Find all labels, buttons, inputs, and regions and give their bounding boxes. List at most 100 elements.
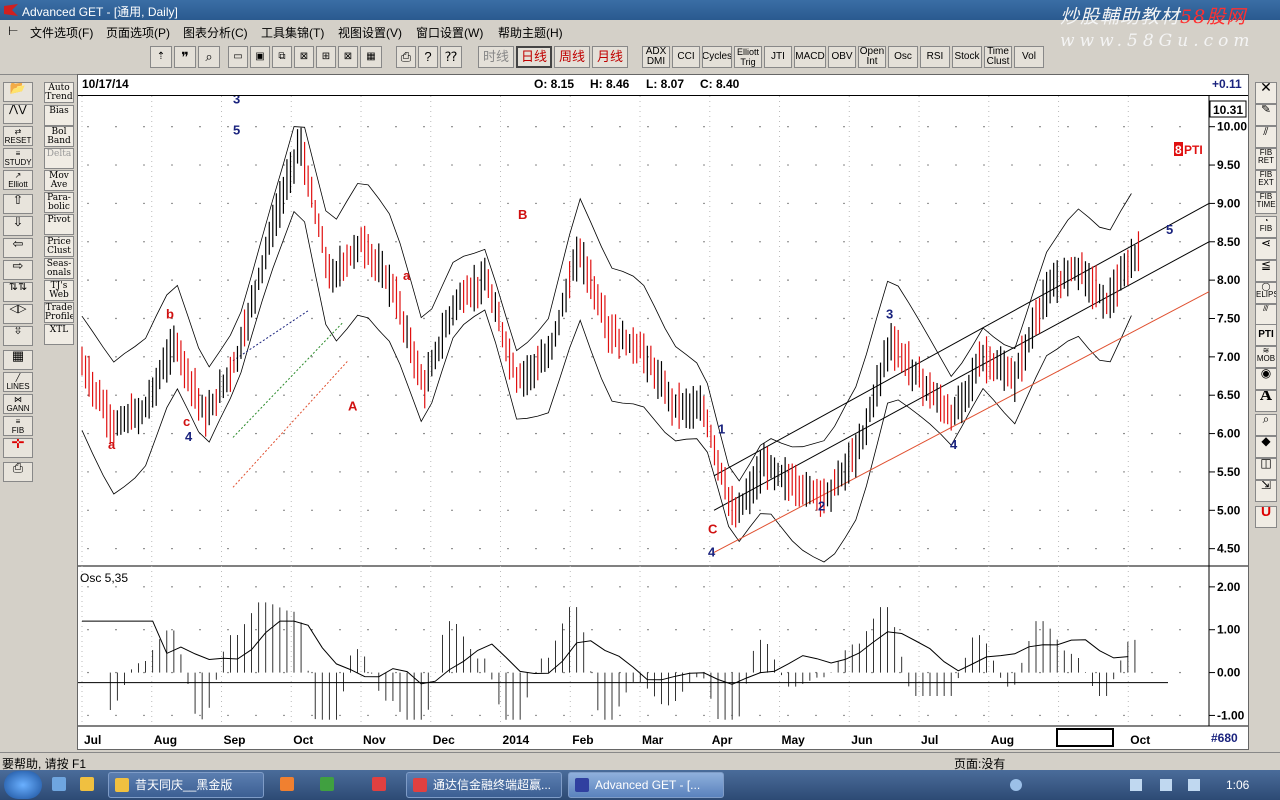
lines-button[interactable]: ╱ LINES xyxy=(3,372,33,392)
menu-doc-icon[interactable]: ⊢ xyxy=(8,24,18,38)
volume-icon[interactable] xyxy=(1160,779,1172,791)
app-icon-3[interactable] xyxy=(372,777,386,791)
layout3-icon[interactable]: ⊠ xyxy=(338,46,358,68)
timeframe-monthly[interactable]: 月线 xyxy=(592,46,628,68)
print-chart-icon[interactable]: ⎙ xyxy=(3,462,33,482)
study-seasonals[interactable]: Seas-onals xyxy=(44,258,74,279)
menu-view[interactable]: 视图设置(V) xyxy=(338,24,402,41)
scroll-left-icon[interactable]: ⇦ xyxy=(3,238,33,258)
study-trade-profile[interactable]: Trade Profile xyxy=(44,302,74,323)
study-time-clust[interactable]: Time Clust xyxy=(984,46,1012,68)
mob-button[interactable]: ≋ MOB xyxy=(1255,346,1277,368)
study-delta[interactable]: Delta xyxy=(44,148,74,169)
fib-button[interactable]: ≡ FIB xyxy=(3,416,33,436)
media-icon[interactable] xyxy=(280,777,294,791)
tray-icon[interactable] xyxy=(1010,779,1022,791)
menu-help[interactable]: 帮助主题(H) xyxy=(498,24,563,41)
scroll-right-icon[interactable]: ⇨ xyxy=(3,260,33,280)
task-item-1[interactable]: 昔天同庆__黑金版 xyxy=(108,772,264,798)
compress-icon[interactable]: ⇳ xyxy=(3,326,33,346)
elips-button[interactable]: ◯ ELIPS xyxy=(1255,282,1277,304)
layout1-icon[interactable]: ⊠ xyxy=(294,46,314,68)
study-stock[interactable]: Stock xyxy=(952,46,982,68)
close-chart-icon[interactable]: ✕ xyxy=(1255,82,1277,104)
study-bol-band[interactable]: Bol Band xyxy=(44,126,74,147)
study-parabolic[interactable]: Para-bolic xyxy=(44,192,74,213)
timeframe-hourly[interactable]: 时线 xyxy=(478,46,514,68)
move-icon[interactable]: ⇲ xyxy=(1255,480,1277,502)
save-icon[interactable]: ▣ xyxy=(250,46,270,68)
scroll-up-icon[interactable]: ⇧ xyxy=(3,194,33,214)
expand-icon[interactable]: ◁▷ xyxy=(3,304,33,324)
price-chart[interactable]: 35bc4aaBAC412345 10.009.509.008.508.007.… xyxy=(78,96,1248,749)
study-obv[interactable]: OBV xyxy=(828,46,856,68)
channel-icon[interactable]: ⫽ xyxy=(1255,126,1277,148)
task-item-3[interactable]: Advanced GET - [... xyxy=(568,772,724,798)
study-macd[interactable]: MACD xyxy=(794,46,826,68)
menu-page[interactable]: 页面选项(P) xyxy=(106,24,170,41)
study-bias[interactable]: Bias xyxy=(44,105,74,126)
layout2-icon[interactable]: ⊞ xyxy=(316,46,336,68)
scroll-down-icon[interactable]: ⇩ xyxy=(3,216,33,236)
study-open-int[interactable]: Open Int xyxy=(858,46,886,68)
quote-icon[interactable]: ❞ xyxy=(174,46,196,68)
elliott-button[interactable]: ↗ Elliott xyxy=(3,170,33,190)
fib-ext-button[interactable]: FIB EXT xyxy=(1255,170,1277,192)
crosshair-icon[interactable]: ✛ xyxy=(3,438,33,458)
ie-icon[interactable] xyxy=(52,777,66,791)
study-price-clust[interactable]: Price Clust xyxy=(44,236,74,257)
study-vol[interactable]: Vol xyxy=(1014,46,1044,68)
pointer-icon[interactable]: ⇡ xyxy=(150,46,172,68)
fan-icon[interactable]: ⋖ xyxy=(1255,238,1277,260)
menu-window[interactable]: 窗口设置(W) xyxy=(416,24,483,41)
task-item-2[interactable]: 通达信金融终端超赢... xyxy=(406,772,562,798)
split-icon[interactable]: ◫ xyxy=(1255,458,1277,480)
network-icon[interactable] xyxy=(1130,779,1142,791)
menu-file[interactable]: 文件选项(F) xyxy=(30,24,93,41)
explorer-icon[interactable] xyxy=(80,777,94,791)
study-osc[interactable]: Osc xyxy=(888,46,918,68)
timeframe-daily[interactable]: 日线 xyxy=(516,46,552,68)
timeframe-weekly[interactable]: 周线 xyxy=(554,46,590,68)
grid-icon[interactable]: ▦ xyxy=(3,350,33,370)
study-cycles[interactable]: Cycles xyxy=(702,46,732,68)
cycle-icon[interactable]: ◉ xyxy=(1255,368,1277,390)
reset-button[interactable]: ⇄ RESET xyxy=(3,126,33,146)
pen-icon[interactable]: ✎ xyxy=(1255,104,1277,126)
zoom-icon[interactable]: ⌕ xyxy=(198,46,220,68)
info-icon[interactable]: ? xyxy=(418,46,438,68)
gann-button[interactable]: ⋈ GANN xyxy=(3,394,33,414)
copy-icon[interactable]: ⧉ xyxy=(272,46,292,68)
study-auto-trend[interactable]: Auto Trend xyxy=(44,82,74,103)
layout4-icon[interactable]: ▦ xyxy=(360,46,382,68)
fib-ret-button[interactable]: FIB RET xyxy=(1255,148,1277,170)
fit-icon[interactable]: ⇅⇅ xyxy=(3,282,33,302)
eraser-icon[interactable]: ◆ xyxy=(1255,436,1277,458)
print-icon[interactable]: ⎙ xyxy=(396,46,416,68)
study-cci[interactable]: CCI xyxy=(672,46,700,68)
parallel-icon[interactable]: ⫻ xyxy=(1255,304,1277,326)
study-adx[interactable]: ADX DMI xyxy=(642,46,670,68)
study-jti[interactable]: JTI xyxy=(764,46,792,68)
open-folder-icon[interactable]: 📂 xyxy=(3,82,33,102)
app-icon-2[interactable] xyxy=(320,777,334,791)
elliott-wave-icon[interactable]: ⋀⋁ xyxy=(3,104,33,124)
study-pivot[interactable]: Pivot xyxy=(44,214,74,235)
study-xtl[interactable]: XTL xyxy=(44,324,74,345)
menu-chart[interactable]: 图表分析(C) xyxy=(183,24,248,41)
help-pointer-icon[interactable]: ⁇ xyxy=(440,46,462,68)
new-page-icon[interactable]: ▭ xyxy=(228,46,248,68)
study-elliott-trig[interactable]: Elliott Trig xyxy=(734,46,762,68)
text-annotation-icon[interactable]: A xyxy=(1255,390,1277,412)
fib-circle-button[interactable]: ◔ FIB xyxy=(1255,216,1277,238)
study-mov-ave[interactable]: Mov Ave xyxy=(44,170,74,191)
magnify-icon[interactable]: ⌕ xyxy=(1255,414,1277,436)
menu-tools[interactable]: 工具集锦(T) xyxy=(261,24,324,41)
fib-time-button[interactable]: FIB TIME xyxy=(1255,192,1277,214)
study-rsi[interactable]: RSI xyxy=(920,46,950,68)
signal-icon[interactable] xyxy=(1188,779,1200,791)
study-tjs-web[interactable]: TJ's Web xyxy=(44,280,74,301)
start-button[interactable] xyxy=(4,771,42,799)
fan2-icon[interactable]: ≦ xyxy=(1255,260,1277,282)
pti-button[interactable]: PTI xyxy=(1255,324,1277,346)
